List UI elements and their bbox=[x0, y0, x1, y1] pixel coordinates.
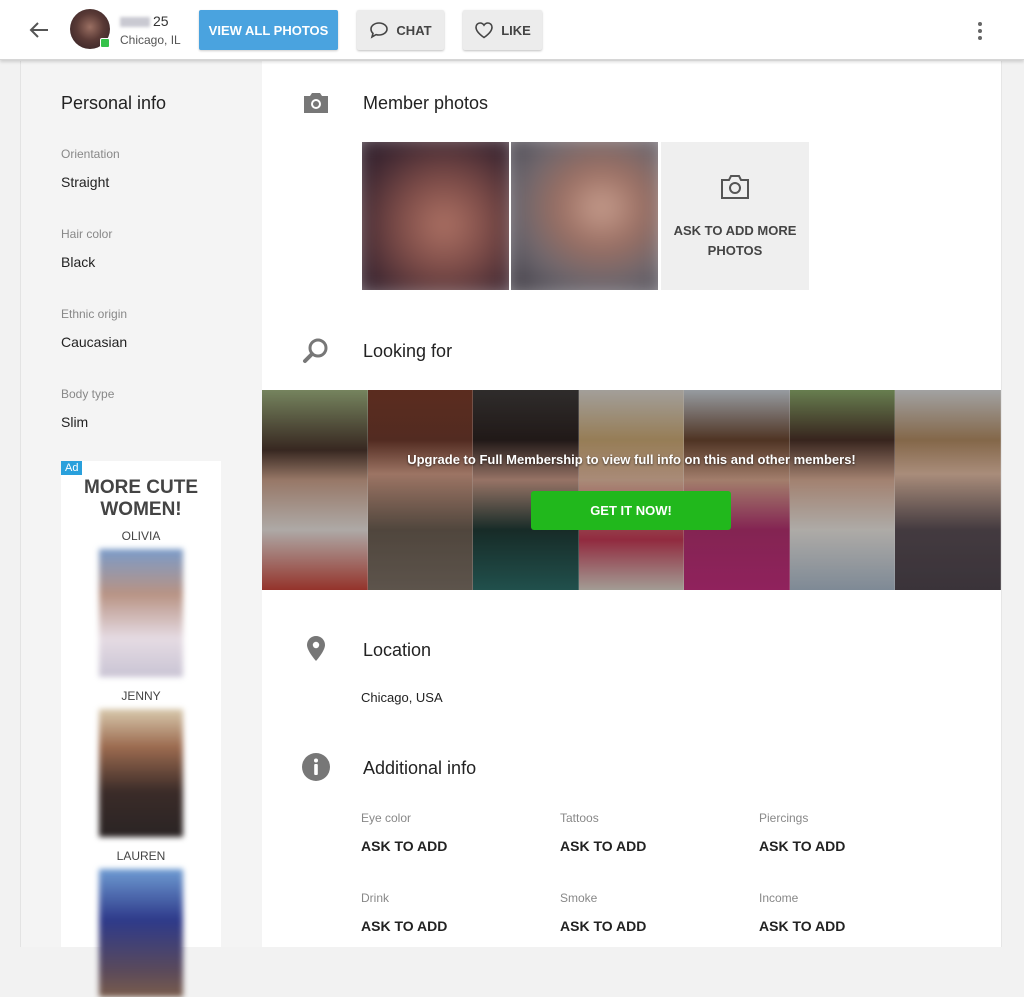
upgrade-banner: Upgrade to Full Membership to view full … bbox=[262, 390, 1001, 590]
personal-info-title: Personal info bbox=[61, 93, 167, 113]
more-vert-icon bbox=[978, 22, 982, 26]
member-photo[interactable] bbox=[511, 142, 658, 290]
ad-profile-name[interactable]: LAUREN bbox=[61, 849, 221, 863]
location-pin-icon bbox=[307, 636, 325, 661]
member-photo[interactable] bbox=[362, 142, 509, 290]
field-value: Black bbox=[61, 254, 96, 270]
field-label: Smoke bbox=[560, 891, 598, 905]
ask-more-photos-label: ASK TO ADD MORE PHOTOS bbox=[673, 223, 797, 258]
field-label: Orientation bbox=[61, 147, 120, 161]
ad-badge: Ad bbox=[61, 461, 83, 475]
view-all-photos-button[interactable]: VIEW ALL PHOTOS bbox=[199, 10, 338, 50]
user-name-age[interactable]: 25 bbox=[120, 13, 169, 29]
more-options-button[interactable] bbox=[972, 19, 988, 43]
ad-profile-name[interactable]: JENNY bbox=[61, 689, 221, 703]
heart-icon bbox=[475, 22, 493, 39]
info-icon bbox=[302, 753, 330, 781]
additional-info-title: Additional info bbox=[363, 758, 477, 778]
ask-to-add-link[interactable]: ASK TO ADD bbox=[759, 838, 845, 854]
ad-panel: Ad MORE CUTE WOMEN! OLIVIA JENNY LAUREN bbox=[61, 461, 221, 997]
camera-outline-icon bbox=[721, 175, 749, 199]
ask-to-add-link[interactable]: ASK TO ADD bbox=[361, 838, 447, 854]
chat-bubble-icon bbox=[370, 22, 389, 39]
banner-overlay bbox=[262, 390, 1001, 590]
field-value: Straight bbox=[61, 174, 110, 190]
field-value: Caucasian bbox=[61, 334, 128, 350]
chat-label: CHAT bbox=[396, 22, 432, 38]
right-gutter bbox=[1001, 61, 1024, 947]
field-label: Hair color bbox=[61, 227, 113, 241]
get-it-now-button[interactable]: GET IT NOW! bbox=[531, 491, 731, 530]
location-title: Location bbox=[363, 640, 432, 660]
field-label: Body type bbox=[61, 387, 115, 401]
user-location: Chicago, IL bbox=[120, 33, 181, 47]
like-button[interactable]: LIKE bbox=[463, 10, 542, 50]
ask-to-add-link[interactable]: ASK TO ADD bbox=[759, 918, 845, 934]
top-bar: 25 Chicago, IL VIEW ALL PHOTOS CHAT LIKE bbox=[0, 0, 1024, 60]
ask-to-add-link[interactable]: ASK TO ADD bbox=[560, 918, 646, 934]
camera-icon bbox=[304, 93, 328, 113]
ask-to-add-link[interactable]: ASK TO ADD bbox=[560, 838, 646, 854]
ad-profile-photo[interactable] bbox=[99, 709, 183, 837]
profile-main: Member photos ASK TO ADD MORE PHOTOS Loo… bbox=[262, 61, 1001, 947]
field-label: Piercings bbox=[759, 811, 809, 825]
arrow-left-icon bbox=[29, 22, 48, 38]
view-all-photos-label: VIEW ALL PHOTOS bbox=[208, 22, 329, 38]
ask-more-photos-button[interactable]: ASK TO ADD MORE PHOTOS bbox=[661, 142, 809, 290]
field-label: Tattoos bbox=[560, 811, 599, 825]
upgrade-message: Upgrade to Full Membership to view full … bbox=[407, 452, 856, 467]
field-label: Income bbox=[759, 891, 799, 905]
ask-to-add-link[interactable]: ASK TO ADD bbox=[361, 918, 447, 934]
field-label: Ethnic origin bbox=[61, 307, 128, 321]
field-label: Eye color bbox=[361, 811, 412, 825]
user-age: 25 bbox=[153, 13, 169, 29]
ad-profile-photo[interactable] bbox=[99, 549, 183, 677]
ad-profile-name[interactable]: OLIVIA bbox=[61, 529, 221, 543]
field-value: Slim bbox=[61, 414, 89, 430]
looking-for-title: Looking for bbox=[363, 341, 453, 361]
member-photos-title: Member photos bbox=[363, 93, 489, 113]
ad-title[interactable]: MORE CUTE WOMEN! bbox=[61, 477, 221, 521]
back-button[interactable] bbox=[26, 18, 52, 42]
more-vert-dot bbox=[978, 29, 982, 33]
chat-button[interactable]: CHAT bbox=[357, 10, 444, 50]
online-status-indicator bbox=[100, 38, 110, 48]
like-label: LIKE bbox=[501, 22, 531, 38]
blurred-name bbox=[120, 17, 150, 28]
field-label: Drink bbox=[361, 891, 390, 905]
search-icon bbox=[303, 338, 328, 363]
location-value: Chicago, USA bbox=[361, 690, 443, 705]
personal-info-panel: Personal info Orientation Straight Hair … bbox=[20, 61, 262, 997]
more-vert-dot bbox=[978, 36, 982, 40]
ad-profile-photo[interactable] bbox=[99, 869, 183, 997]
